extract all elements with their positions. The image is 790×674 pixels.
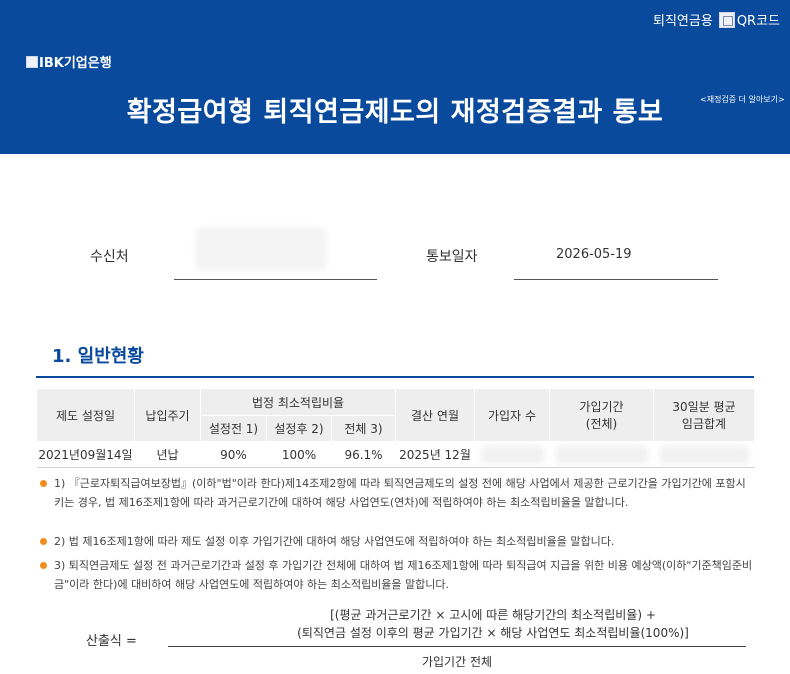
- cell-before: 90%: [200, 441, 267, 468]
- th-settlement: 결산 연월: [395, 388, 476, 442]
- th-before: 설정전 1): [200, 415, 267, 442]
- bullet-icon: [40, 538, 47, 545]
- formula-numerator-line2: (퇴직연금 설정 이후의 평균 가입기간 × 해당 사업연도 최소적립비율(10…: [297, 626, 689, 640]
- th-period-line1: 가입기간: [579, 400, 624, 414]
- th-period: 가입기간 (전체): [549, 388, 655, 442]
- th-wage-line2: 임금합계: [681, 417, 727, 431]
- footnote-2: 2) 법 제16조제1항에 따라 제도 설정 이후 가입기간에 대하여 해당 사…: [40, 532, 754, 551]
- qr-image-icon: [718, 11, 735, 28]
- learn-more-link[interactable]: <재정검증 더 알아보기>: [700, 94, 785, 105]
- cell-wage-redacted: [653, 441, 755, 468]
- recipient-label: 수신처: [90, 249, 129, 265]
- recipient-value-redacted: [196, 228, 326, 270]
- cell-period-redacted: [549, 441, 654, 468]
- table-row: 2021년09월14일 년납 90% 100% 96.1% 2025년 12월: [36, 441, 755, 468]
- th-wage-line1: 30일분 평균: [672, 400, 736, 414]
- footnote-3: 3) 퇴직연금제도 설정 전 과거근로기간과 설정 후 가입기간 전체에 대하여…: [40, 556, 754, 594]
- notice-date-underline: [514, 279, 718, 280]
- bullet-icon: [40, 562, 47, 569]
- footnote-1-text: 1) 『근로자퇴직급여보장법』(이하"법"이라 한다)제14조제2항에 따라 퇴…: [54, 477, 746, 509]
- footnote-1: 1) 『근로자퇴직급여보장법』(이하"법"이라 한다)제14조제2항에 따라 퇴…: [40, 474, 754, 512]
- th-wage: 30일분 평균 임금합계: [653, 388, 756, 442]
- footnote-3-text: 3) 퇴직연금제도 설정 전 과거근로기간과 설정 후 가입기간 전체에 대하여…: [54, 559, 753, 591]
- header-banner: 퇴직연금용 QR코드 IBK기업은행 확정급여형 퇴직연금제도의 재정검증결과 …: [0, 0, 790, 154]
- formula-fraction-bar: [168, 646, 746, 647]
- th-period-line2: (전체): [585, 417, 618, 431]
- logo-text: IBK기업은행: [39, 56, 112, 71]
- cell-establish-date: 2021년09월14일: [36, 441, 135, 468]
- formula-label: 산출식 =: [86, 634, 137, 649]
- cell-total: 96.1%: [331, 441, 396, 468]
- notice-date-value: 2026-05-19: [556, 247, 632, 262]
- formula-denominator: 가입기간 전체: [421, 655, 493, 669]
- qr-code-link[interactable]: 퇴직연금용 QR코드: [653, 10, 780, 29]
- recipient-underline: [174, 279, 377, 280]
- notice-date-label: 통보일자: [426, 249, 478, 265]
- cell-settlement: 2025년 12월: [395, 441, 475, 468]
- th-members: 가입자 수: [474, 388, 551, 442]
- qr-label: 퇴직연금용: [653, 14, 713, 29]
- th-payment-cycle: 납입주기: [134, 388, 201, 442]
- section-divider: [36, 376, 754, 378]
- general-status-table: 제도 설정일 납입주기 법정 최소적립비율 결산 연월 가입자 수 가입기간 (…: [36, 388, 756, 468]
- qr-link-text[interactable]: QR코드: [737, 10, 780, 29]
- bank-logo: IBK기업은행: [26, 52, 112, 71]
- cell-payment-cycle: 년납: [134, 441, 201, 468]
- formula-numerator-line1: [(평균 과거근로기간 × 고시에 따른 해당기간의 최소적립비율) +: [330, 608, 656, 622]
- bullet-icon: [40, 480, 47, 487]
- document-title: 확정급여형 퇴직연금제도의 재정검증결과 통보: [126, 97, 664, 128]
- cell-members-redacted: [474, 441, 550, 468]
- footnote-2-text: 2) 법 제16조제1항에 따라 제도 설정 이후 가입기간에 대하여 해당 사…: [54, 535, 615, 548]
- th-establish-date: 제도 설정일: [36, 388, 135, 442]
- logo-image-icon: [26, 55, 38, 68]
- th-total: 전체 3): [330, 415, 397, 442]
- th-after: 설정후 2): [266, 415, 332, 442]
- th-min-ratio-group: 법정 최소적립비율: [199, 388, 397, 416]
- cell-after: 100%: [266, 441, 332, 468]
- section-title-general: 1. 일반현황: [52, 346, 144, 367]
